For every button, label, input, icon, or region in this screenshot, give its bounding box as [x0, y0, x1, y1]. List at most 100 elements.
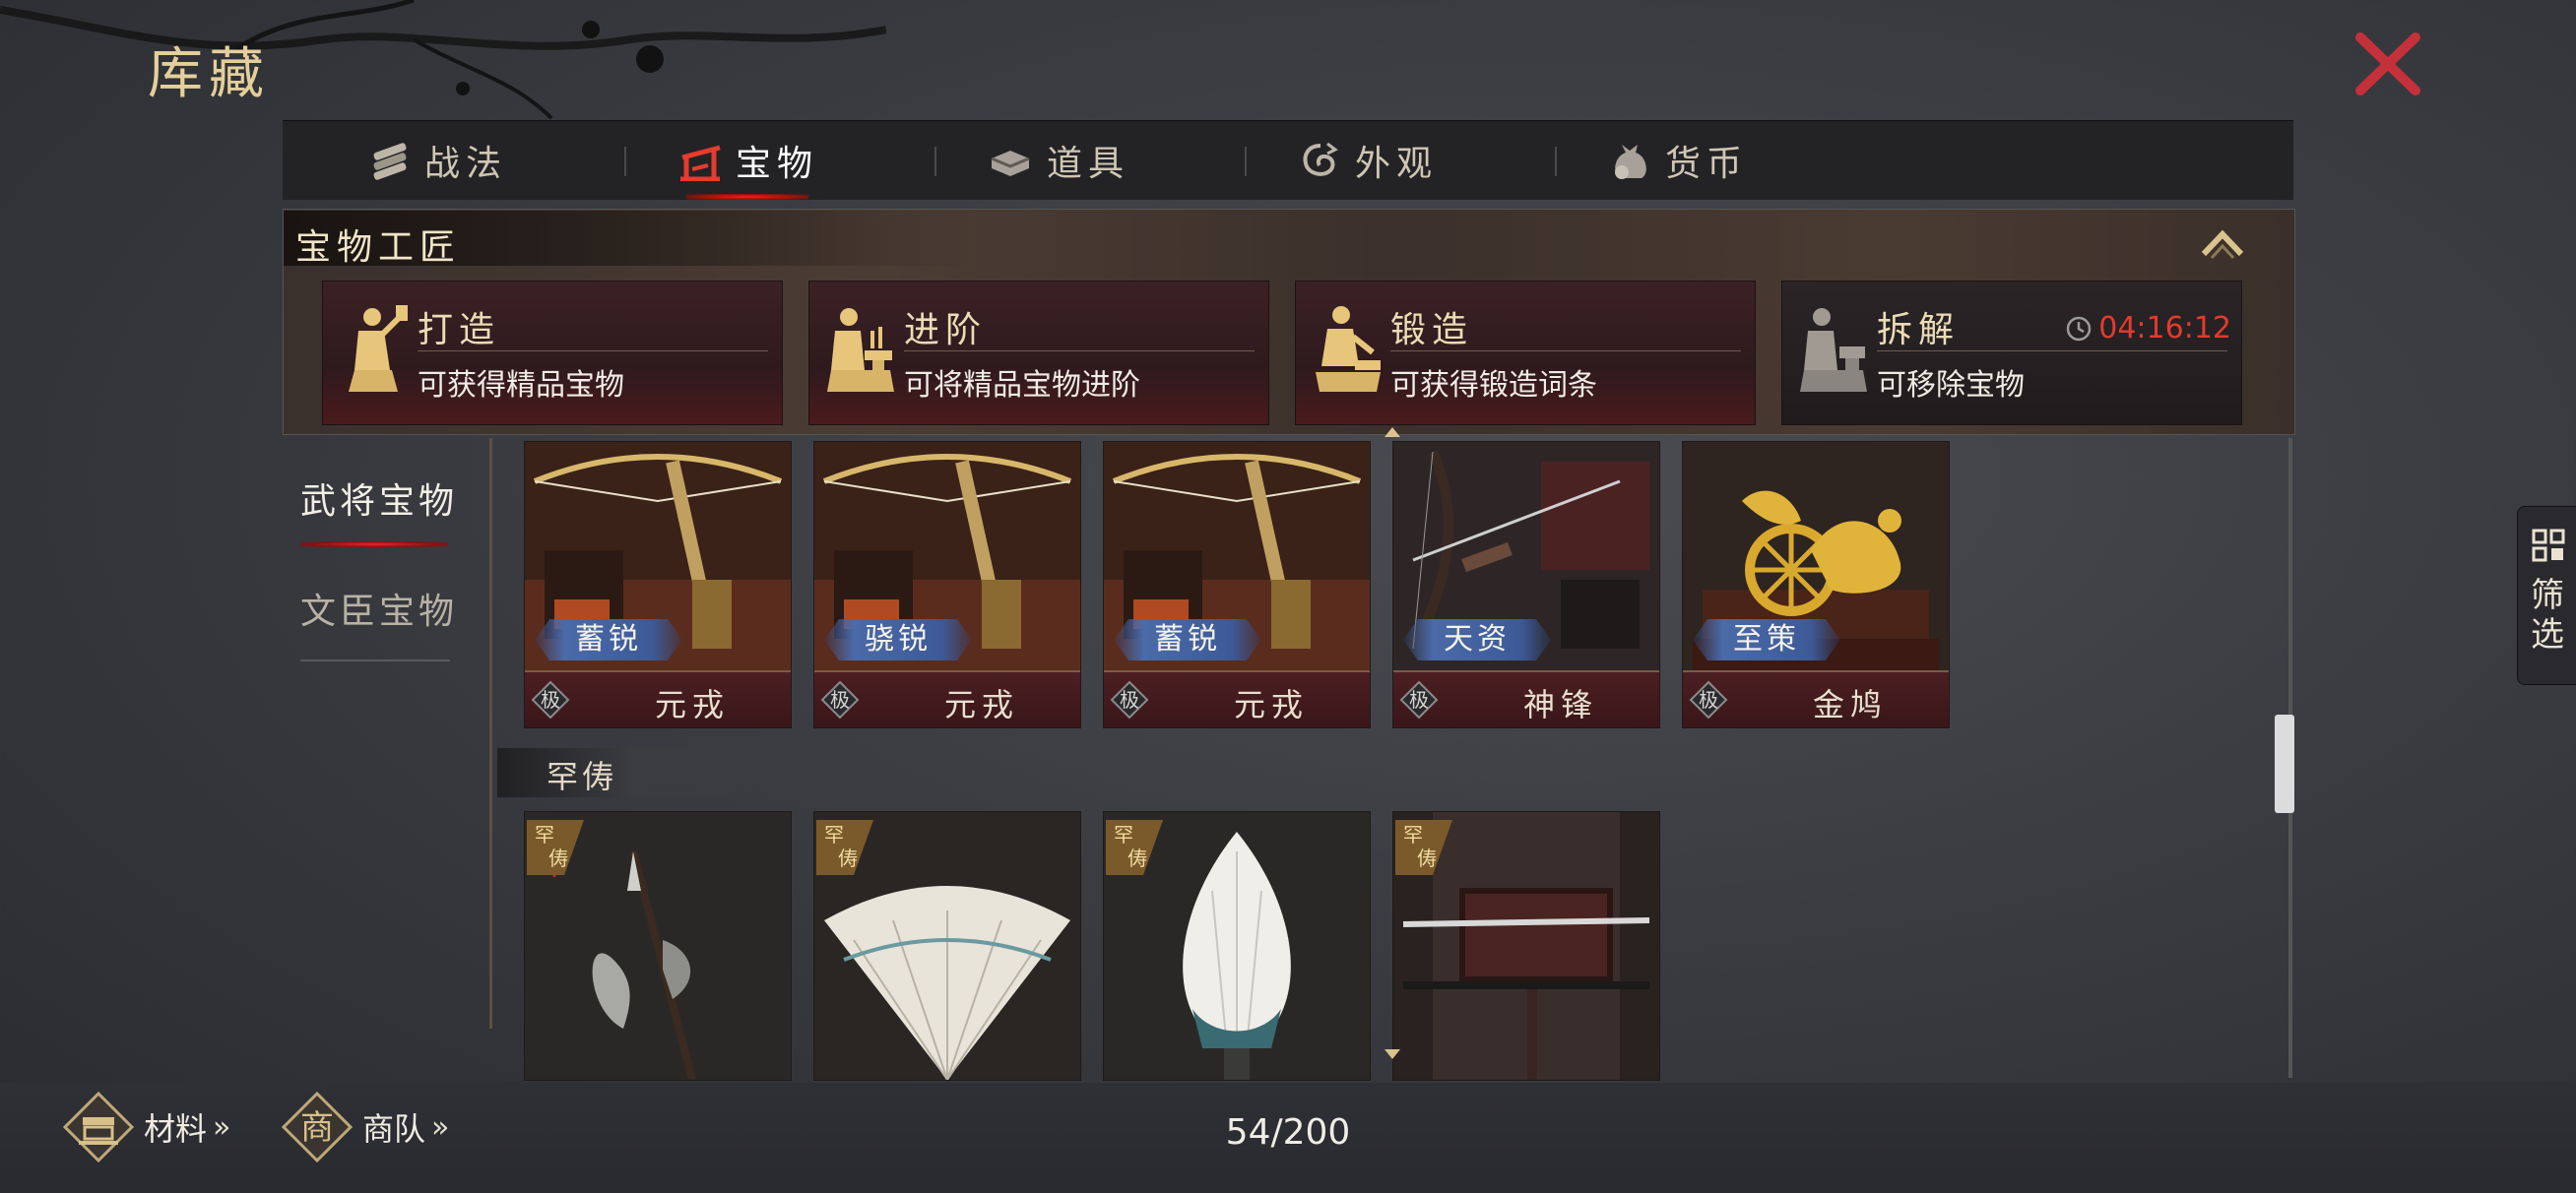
grade-text: 极	[1120, 688, 1139, 712]
tab-label: 战法	[423, 144, 507, 184]
filter-button[interactable]: 筛选	[2517, 506, 2576, 685]
grade-diamond-icon: 极	[1110, 680, 1149, 720]
treasure-name: 元戎	[654, 686, 730, 723]
treasure-tile[interactable]: 天资 极 神锋	[1392, 441, 1660, 728]
card-title: 锻造	[1390, 310, 1474, 350]
rare-treasure-tile[interactable]: 罕 俦	[524, 811, 792, 1081]
coin-bag-icon	[1614, 145, 1646, 179]
card-divider	[1877, 350, 2227, 351]
content-divider	[489, 438, 492, 1029]
tab-tactics[interactable]: 战法	[283, 121, 592, 200]
smith-hammer-icon	[349, 305, 408, 392]
card-subtitle: 可移除宝物	[1877, 368, 2025, 403]
grid-icon	[2532, 529, 2565, 562]
close-icon[interactable]	[2349, 30, 2427, 98]
active-tab-indicator	[686, 194, 808, 200]
rare-badge-text-2: 俦	[548, 847, 568, 870]
grade-text: 极	[1409, 688, 1429, 712]
card-title: 拆解	[1877, 310, 1961, 350]
treasure-tile[interactable]: 蓄锐 极 元戎	[1103, 441, 1371, 728]
cooldown-timer: 04:16:12	[2065, 311, 2231, 345]
rare-badge-text-2: 俦	[1417, 847, 1437, 870]
rare-treasure-tile[interactable]: 罕 俦	[1103, 811, 1371, 1081]
scroll-down-arrow-icon[interactable]	[1383, 1047, 1402, 1061]
card-subtitle: 可获得锻造词条	[1390, 368, 1597, 403]
rare-badge-text-1: 罕	[824, 823, 844, 847]
treasure-name: 神锋	[1522, 686, 1598, 723]
scrollbar-thumb[interactable]	[2275, 715, 2294, 813]
grade-text: 极	[541, 688, 560, 712]
caravan-button[interactable]: 商 商队 »	[282, 1092, 450, 1162]
rare-badge-text-2: 俦	[1127, 847, 1147, 870]
tab-treasures[interactable]: 宝物	[593, 121, 902, 200]
tab-label: 道具	[1046, 144, 1129, 184]
scroll-up-arrow-icon[interactable]	[1383, 425, 1402, 439]
rare-badge-text-1: 罕	[1403, 823, 1423, 847]
rare-badge-icon: 罕 俦	[816, 820, 873, 875]
page-title: 库藏	[148, 42, 270, 106]
artisan-card-dismantle[interactable]: 拆解 可移除宝物 04:16:12	[1781, 281, 2242, 425]
artisan-card-forge[interactable]: 锻造 可获得锻造词条	[1295, 281, 1756, 425]
card-title: 进阶	[904, 310, 988, 350]
tab-appearance[interactable]: 外观	[1213, 121, 1522, 200]
tab-currency[interactable]: 货币	[1523, 121, 1833, 200]
rare-badge-icon: 罕 俦	[1106, 820, 1163, 875]
double-chevron-icon: »	[213, 1109, 231, 1145]
treasure-namebar: 极 元戎	[525, 670, 791, 727]
rare-treasure-tile[interactable]: 罕 俦	[813, 811, 1081, 1081]
treasure-tile[interactable]: 骁锐 极 元戎	[813, 441, 1081, 728]
card-title: 打造	[418, 310, 501, 350]
treasure-namebar: 极 金鸠	[1683, 670, 1949, 727]
grade-diamond-icon: 极	[531, 680, 570, 720]
treasure-namebar: 极 元戎	[814, 670, 1080, 727]
tab-label: 宝物	[735, 144, 818, 184]
materials-chest-icon	[63, 1092, 134, 1162]
treasure-tag: 蓄锐	[1114, 619, 1261, 660]
treasure-name: 元戎	[1233, 686, 1309, 723]
treasure-arch-icon	[679, 145, 721, 181]
grade-text: 极	[1699, 688, 1718, 712]
card-subtitle: 可将精品宝物进阶	[904, 368, 1140, 403]
section-header-rare: 罕俦	[547, 758, 618, 795]
card-divider	[418, 350, 768, 351]
materials-button[interactable]: 材料 »	[63, 1092, 231, 1162]
artisan-card-craft[interactable]: 打造 可获得精品宝物	[322, 281, 783, 425]
treasure-namebar: 极 神锋	[1393, 670, 1659, 727]
subnav-divider	[300, 659, 450, 661]
tab-items[interactable]: 道具	[903, 121, 1212, 200]
treasure-tag: 天资	[1403, 619, 1551, 660]
rare-badge-text-1: 罕	[1114, 823, 1133, 847]
grade-text: 极	[830, 688, 850, 712]
filter-label: 筛选	[2531, 576, 2564, 655]
subnav-official-treasure[interactable]: 文臣宝物	[286, 583, 473, 634]
materials-label: 材料	[144, 1110, 208, 1148]
double-chevron-icon: »	[431, 1109, 450, 1145]
artisan-card-advance[interactable]: 进阶 可将精品宝物进阶	[808, 281, 1269, 425]
caravan-icon-char: 商	[300, 1108, 334, 1148]
treasure-tag: 骁锐	[824, 619, 972, 660]
timer-text: 04:16:12	[2098, 311, 2231, 345]
chevron-up-icon[interactable]	[2200, 226, 2245, 260]
smith-forge-icon	[1316, 306, 1381, 392]
rare-badge-text-1: 罕	[535, 823, 554, 847]
subnav-general-treasure[interactable]: 武将宝物	[286, 472, 473, 524]
category-tab-bar: 战法 宝物 道具 外观 货币	[283, 120, 2293, 200]
treasure-tile[interactable]: 至策 极 金鸠	[1682, 441, 1950, 728]
rare-treasure-tile[interactable]: 罕 俦	[1392, 811, 1660, 1081]
caravan-emblem-icon: 商	[282, 1092, 353, 1162]
ingot-icon	[991, 151, 1030, 176]
inventory-count: 54/200	[1225, 1112, 1351, 1153]
tab-label: 外观	[1354, 144, 1438, 184]
artisan-title: 宝物工匠	[295, 227, 462, 268]
treasure-tile[interactable]: 蓄锐 极 元戎	[524, 441, 792, 728]
grade-diamond-icon: 极	[820, 680, 860, 720]
card-divider	[1390, 350, 1741, 351]
treasure-namebar: 极 元戎	[1104, 670, 1370, 727]
rare-badge-text-2: 俦	[838, 847, 858, 870]
treasure-name: 元戎	[943, 686, 1019, 723]
card-subtitle: 可获得精品宝物	[418, 368, 624, 403]
rare-badge-icon: 罕 俦	[1395, 820, 1452, 875]
tab-label: 货币	[1664, 144, 1748, 184]
swirl-icon	[1303, 142, 1338, 176]
smith-anvil-icon	[827, 308, 894, 392]
